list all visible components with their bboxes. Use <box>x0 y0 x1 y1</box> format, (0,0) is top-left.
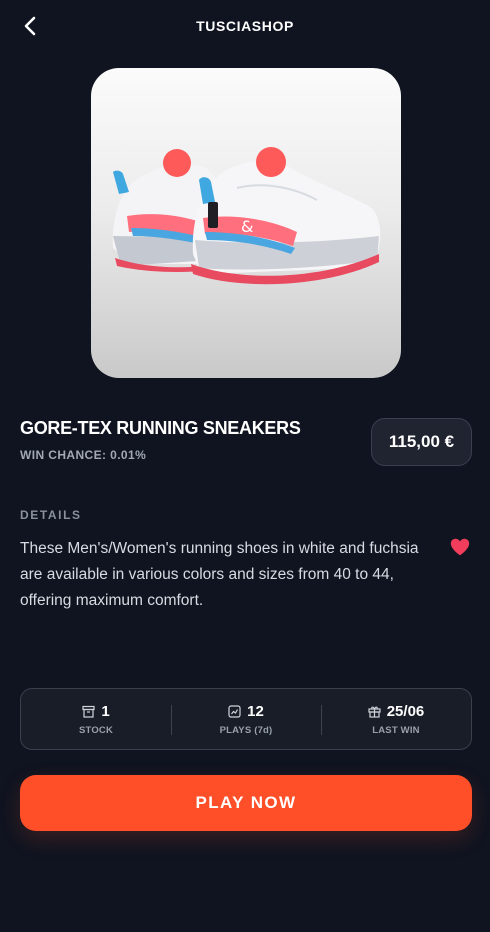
product-description: These Men's/Women's running shoes in whi… <box>20 540 419 609</box>
page-title: TUSCIASHOP <box>196 18 294 34</box>
stat-stock: 1 STOCK <box>21 689 171 749</box>
app-header: TUSCIASHOP <box>0 0 490 54</box>
favorite-button[interactable] <box>449 536 471 558</box>
stat-plays-label: PLAYS (7d) <box>219 724 273 736</box>
stat-plays-value: 12 <box>247 702 264 720</box>
gift-icon <box>368 706 381 718</box>
play-now-button[interactable]: PLAY NOW <box>20 775 472 831</box>
heart-icon <box>450 538 470 556</box>
stat-last-win-value: 25/06 <box>386 702 425 720</box>
stat-stock-value: 1 <box>101 702 110 720</box>
sneaker-front-shape: & <box>191 147 381 285</box>
stat-last-win-label: LAST WIN <box>372 724 420 736</box>
svg-text:&: & <box>241 217 253 236</box>
product-image: & <box>91 68 401 378</box>
chart-icon <box>228 704 241 718</box>
stat-last-win: 25/06 LAST WIN <box>321 689 471 749</box>
box-icon <box>82 705 95 718</box>
stat-stock-label: STOCK <box>78 724 114 736</box>
details-label: DETAILS <box>20 508 82 522</box>
stat-plays: 12 PLAYS (7d) <box>171 689 321 749</box>
stats-bar: 1 STOCK 12 PLAYS (7d) 25/06 LAST WIN <box>20 688 472 750</box>
price-badge: 115,00 € <box>371 418 472 466</box>
product-title: GORE-TEX RUNNING SNEAKERS <box>20 418 301 438</box>
win-chance: WIN CHANCE: 0.01% <box>20 448 147 462</box>
